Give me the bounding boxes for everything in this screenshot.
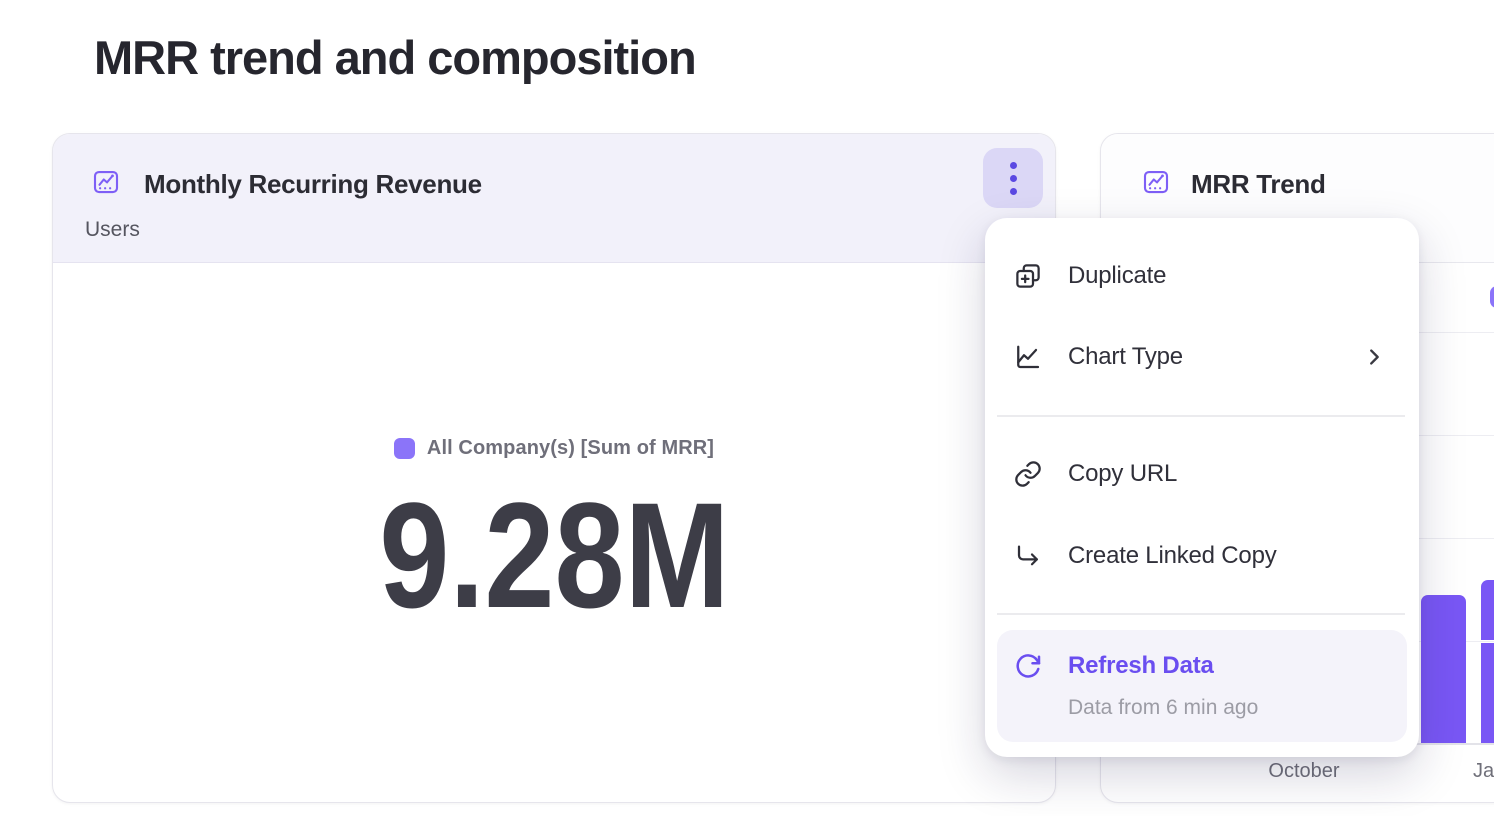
kpi-body: All Company(s) [Sum of MRR] 9.28M xyxy=(53,264,1055,802)
card-title: MRR Trend xyxy=(1191,168,1326,200)
kebab-dot xyxy=(1010,188,1017,195)
kebab-dot xyxy=(1010,162,1017,169)
legend-label: All Company(s) [Sum of MRR] xyxy=(427,437,714,460)
chart-widget-icon xyxy=(91,167,121,197)
menu-item-refresh-data[interactable]: Refresh Data Data from 6 min ago xyxy=(997,630,1407,742)
menu-item-duplicate[interactable]: Duplicate xyxy=(985,246,1419,306)
menu-item-chart-type[interactable]: Chart Type xyxy=(985,327,1419,387)
duplicate-icon xyxy=(1013,261,1043,291)
mrr-number-card-header: Monthly Recurring Revenue Users xyxy=(53,134,1055,263)
chevron-right-icon xyxy=(1363,346,1385,368)
trend-bar-segment xyxy=(1421,595,1466,743)
menu-item-label: Chart Type xyxy=(1068,343,1183,371)
refresh-data-age: Data from 6 min ago xyxy=(1068,696,1258,720)
card-options-menu: Duplicate Chart Type Copy URL xyxy=(985,218,1419,757)
refresh-icon xyxy=(1013,651,1043,681)
x-axis-label-october: October xyxy=(1229,759,1379,783)
trend-bar-segment xyxy=(1481,643,1494,743)
legend-swatch xyxy=(394,438,415,459)
card-options-kebab-button[interactable] xyxy=(983,148,1043,208)
menu-item-label: Refresh Data xyxy=(1068,652,1214,680)
menu-item-copy-url[interactable]: Copy URL xyxy=(985,444,1419,504)
kpi-legend: All Company(s) [Sum of MRR] xyxy=(394,437,714,460)
menu-divider xyxy=(997,613,1405,615)
kpi-value: 9.28M xyxy=(379,480,729,630)
kebab-dot xyxy=(1010,175,1017,182)
mrr-number-card: Monthly Recurring Revenue Users All Comp… xyxy=(52,133,1056,803)
menu-item-label: Copy URL xyxy=(1068,460,1177,488)
card-title: Monthly Recurring Revenue xyxy=(144,168,482,200)
legend-swatch xyxy=(1490,286,1494,308)
menu-item-label: Duplicate xyxy=(1068,262,1166,290)
x-axis-label-january: Ja xyxy=(1473,759,1494,783)
chart-type-icon xyxy=(1013,342,1043,372)
linked-copy-arrow-icon xyxy=(1013,541,1043,571)
card-subtitle: Users xyxy=(85,217,140,243)
chart-widget-icon xyxy=(1141,167,1171,197)
menu-divider xyxy=(997,415,1405,417)
menu-item-label: Create Linked Copy xyxy=(1068,542,1277,570)
trend-bar-segment xyxy=(1481,580,1494,640)
page-title: MRR trend and composition xyxy=(94,30,696,85)
link-icon xyxy=(1013,459,1043,489)
menu-item-create-linked-copy[interactable]: Create Linked Copy xyxy=(985,526,1419,586)
